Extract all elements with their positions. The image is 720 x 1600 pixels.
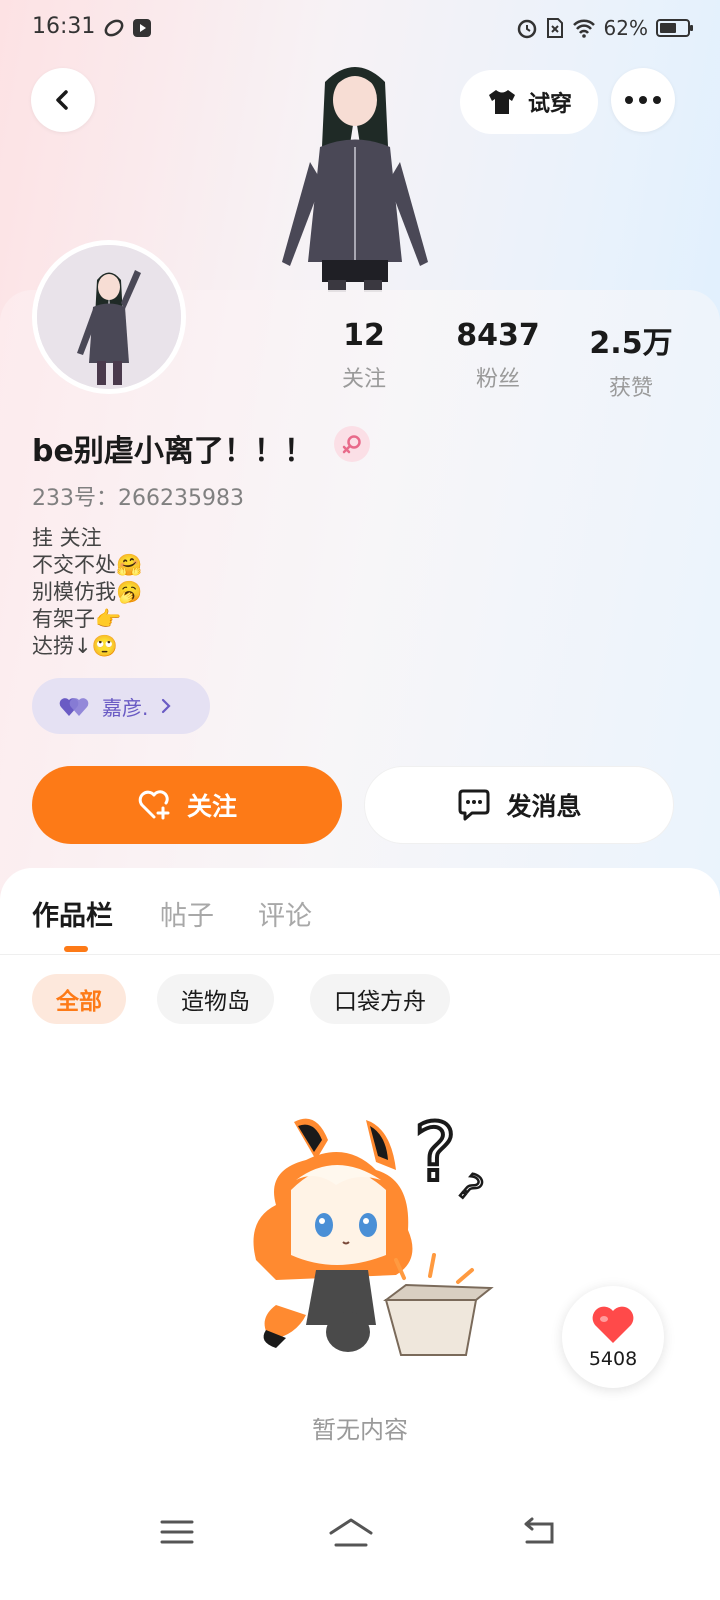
profile-name: be别虐小离了！！！ xyxy=(32,434,314,469)
try-on-button[interactable]: 试穿 xyxy=(460,70,598,134)
bio-line: 有架子👉 xyxy=(32,607,122,631)
wifi-icon xyxy=(572,19,595,38)
chevron-left-icon xyxy=(56,90,68,110)
stat-following[interactable]: 12 关注 xyxy=(294,318,434,393)
bio: 挂 关注 不交不处🤗 别模仿我🥱 有架子👉 达捞↓🙄 xyxy=(32,525,142,660)
try-on-label: 试穿 xyxy=(527,92,572,117)
bio-line: 达捞↓🙄 xyxy=(32,634,118,658)
tab-works[interactable]: 作品栏 xyxy=(32,894,113,933)
stat-likes-value: 2.5万 xyxy=(589,326,673,361)
heart-plus-icon xyxy=(138,790,170,820)
back-nav-button[interactable] xyxy=(514,1512,564,1552)
bio-line: 挂 关注 xyxy=(32,526,102,550)
svg-text:?: ? xyxy=(414,1106,456,1199)
stat-fans[interactable]: 8437 粉丝 xyxy=(428,318,568,393)
user-id: 233号：266235983 xyxy=(32,486,244,511)
no-sim-icon xyxy=(546,18,563,38)
send-message-button[interactable]: 发消息 xyxy=(364,766,674,844)
chevron-right-icon xyxy=(162,698,171,714)
stat-likes[interactable]: 2.5万 获赞 xyxy=(561,318,701,402)
chat-bubble-icon xyxy=(458,789,490,821)
status-bar: 16:31 62% xyxy=(0,0,720,60)
status-time: 16:31 xyxy=(32,14,96,39)
more-dots-icon xyxy=(625,96,661,104)
bio-line: 不交不处🤗 xyxy=(32,553,143,577)
tab-comments[interactable]: 评论 xyxy=(258,894,312,933)
tab-posts[interactable]: 帖子 xyxy=(160,894,214,933)
back-button[interactable] xyxy=(31,68,95,132)
tab-indicator xyxy=(64,946,88,952)
filter-creation-island[interactable]: 造物岛 xyxy=(157,974,274,1024)
avatar-image xyxy=(37,245,181,389)
menu-icon xyxy=(160,1520,194,1544)
battery-icon xyxy=(656,19,693,37)
avatar-3d-figure xyxy=(282,67,428,292)
stat-fans-value: 8437 xyxy=(456,318,540,353)
empty-state-text: 暂无内容 xyxy=(312,1416,408,1444)
notification-app-icon xyxy=(104,19,124,37)
system-navigation-bar xyxy=(0,1492,720,1572)
follow-label: 关注 xyxy=(186,792,237,821)
tab-divider xyxy=(0,954,720,955)
double-heart-icon xyxy=(59,698,89,716)
filter-pocket-ark[interactable]: 口袋方舟 xyxy=(310,974,450,1024)
return-icon xyxy=(524,1517,554,1544)
relationship-name: 嘉彦. xyxy=(102,695,149,720)
filter-all[interactable]: 全部 xyxy=(32,974,126,1024)
battery-fill xyxy=(660,23,676,33)
alarm-icon xyxy=(517,19,536,39)
bio-line: 别模仿我🥱 xyxy=(32,580,143,604)
avatar[interactable] xyxy=(32,240,186,394)
heart-icon xyxy=(592,1306,634,1343)
like-count: 5408 xyxy=(588,1348,638,1370)
stat-likes-label: 获赞 xyxy=(608,376,653,401)
battery-percent: 62% xyxy=(603,16,648,40)
stat-following-label: 关注 xyxy=(341,367,386,392)
home-button[interactable] xyxy=(326,1512,376,1552)
tshirt-icon xyxy=(488,90,515,114)
send-message-label: 发消息 xyxy=(506,792,582,821)
female-icon xyxy=(334,426,370,462)
home-icon xyxy=(329,1518,373,1547)
follow-button[interactable]: 关注 xyxy=(32,766,342,844)
relationship-chip[interactable]: 嘉彦. xyxy=(32,678,210,734)
like-floating-button[interactable]: 5408 xyxy=(562,1286,664,1388)
empty-state-illustration: ? ? xyxy=(253,1104,494,1356)
stat-fans-label: 粉丝 xyxy=(475,367,520,392)
video-app-icon xyxy=(133,19,151,37)
more-options-button[interactable] xyxy=(611,68,675,132)
stat-following-value: 12 xyxy=(343,318,385,353)
menu-button[interactable] xyxy=(152,1512,202,1552)
